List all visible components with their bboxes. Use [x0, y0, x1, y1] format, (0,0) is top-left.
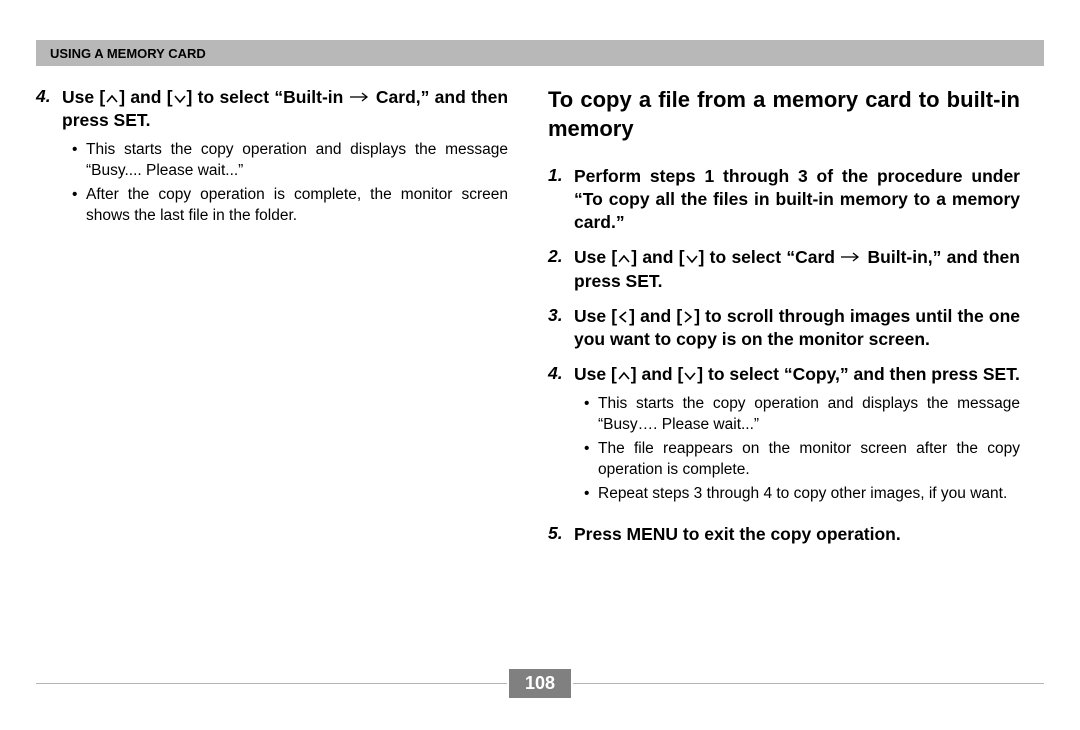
right-arrow-icon — [840, 246, 862, 269]
step-number: 1. — [548, 165, 574, 234]
bullet-list: • This starts the copy operation and dis… — [584, 394, 1020, 505]
text-fragment: ] and [ — [629, 306, 682, 326]
right-step-5: 5. Press MENU to exit the copy operation… — [548, 523, 1020, 546]
bullet-item: • After the copy operation is complete, … — [72, 185, 508, 227]
right-step-1: 1. Perform steps 1 through 3 of the proc… — [548, 165, 1020, 234]
bullet-marker: • — [584, 439, 598, 481]
step-number: 4. — [36, 86, 62, 132]
text-fragment: ] to select “Card — [699, 247, 835, 267]
bullet-item: • This starts the copy operation and dis… — [584, 394, 1020, 436]
step-text: Press MENU to exit the copy operation. — [574, 523, 1020, 546]
left-step-4: 4. Use [] and [] to select “Built-in Car… — [36, 86, 508, 132]
page-number: 108 — [509, 669, 571, 698]
text-fragment: ] to select “Built-in — [187, 87, 344, 107]
up-chevron-icon — [617, 370, 631, 382]
bullet-text: The file reappears on the monitor screen… — [598, 439, 1020, 481]
step-number: 5. — [548, 523, 574, 546]
down-chevron-icon — [683, 370, 697, 382]
section-header-title: USING A MEMORY CARD — [50, 46, 206, 61]
step-text: Use [] and [] to scroll through images u… — [574, 305, 1020, 351]
step-text: Perform steps 1 through 3 of the procedu… — [574, 165, 1020, 234]
step-number: 4. — [548, 363, 574, 386]
step-text: Use [] and [] to select “Built-in Card,”… — [62, 86, 508, 132]
right-chevron-icon — [682, 310, 694, 324]
footer-line-left — [36, 683, 507, 684]
page-footer: 108 — [36, 669, 1044, 698]
bullet-item: • Repeat steps 3 through 4 to copy other… — [584, 484, 1020, 505]
manual-page: USING A MEMORY CARD 4. Use [ ] and [ ] to … — [0, 0, 1080, 730]
text-fragment: ] to select “Copy,” and then press SET. — [697, 364, 1020, 384]
bullet-text: After the copy operation is complete, th… — [86, 185, 508, 227]
bullet-item: • The file reappears on the monitor scre… — [584, 439, 1020, 481]
up-chevron-icon — [105, 93, 119, 105]
down-chevron-icon — [173, 93, 187, 105]
bullet-text: This starts the copy operation and displ… — [598, 394, 1020, 436]
right-step-2: 2. Use [] and [] to select “Card Built-i… — [548, 246, 1020, 292]
right-step-3: 3. Use [] and [] to scroll through image… — [548, 305, 1020, 351]
right-section-title: To copy a file from a memory card to bui… — [548, 86, 1020, 143]
text-fragment: ] and [ — [631, 364, 684, 384]
up-chevron-icon — [617, 253, 631, 265]
text-fragment: ] and [ — [119, 87, 172, 107]
right-arrow-icon — [349, 86, 371, 109]
text-fragment: Use [ — [62, 87, 105, 107]
bullet-marker: • — [72, 140, 86, 182]
bullet-item: • This starts the copy operation and dis… — [72, 140, 508, 182]
left-column: 4. Use [] and [] to select “Built-in Car… — [36, 86, 508, 554]
bullet-text: This starts the copy operation and displ… — [86, 140, 508, 182]
bullet-marker: • — [72, 185, 86, 227]
bullet-marker: • — [584, 394, 598, 436]
section-header-bar: USING A MEMORY CARD — [36, 40, 1044, 66]
content-columns: 4. Use [] and [] to select “Built-in Car… — [36, 86, 1044, 554]
left-chevron-icon — [617, 310, 629, 324]
footer-line-right — [573, 683, 1044, 684]
text-fragment: Use [ — [574, 364, 617, 384]
down-chevron-icon — [685, 253, 699, 265]
right-column: To copy a file from a memory card to bui… — [548, 86, 1020, 554]
bullet-marker: • — [584, 484, 598, 505]
text-fragment: Use [ — [574, 306, 617, 326]
text-fragment: ] and [ — [631, 247, 684, 267]
step-number: 3. — [548, 305, 574, 351]
text-fragment: Use [ — [574, 247, 617, 267]
step-text: Use [] and [] to select “Card Built-in,”… — [574, 246, 1020, 292]
step-text: Use [ ] and [ ] to select “Copy,” and then… — [574, 363, 1020, 386]
right-step-4: 4. Use [ ] and [ ] to select “Copy,” and t… — [548, 363, 1020, 386]
bullet-list: • This starts the copy operation and dis… — [72, 140, 508, 227]
bullet-text: Repeat steps 3 through 4 to copy other i… — [598, 484, 1020, 505]
step-number: 2. — [548, 246, 574, 292]
